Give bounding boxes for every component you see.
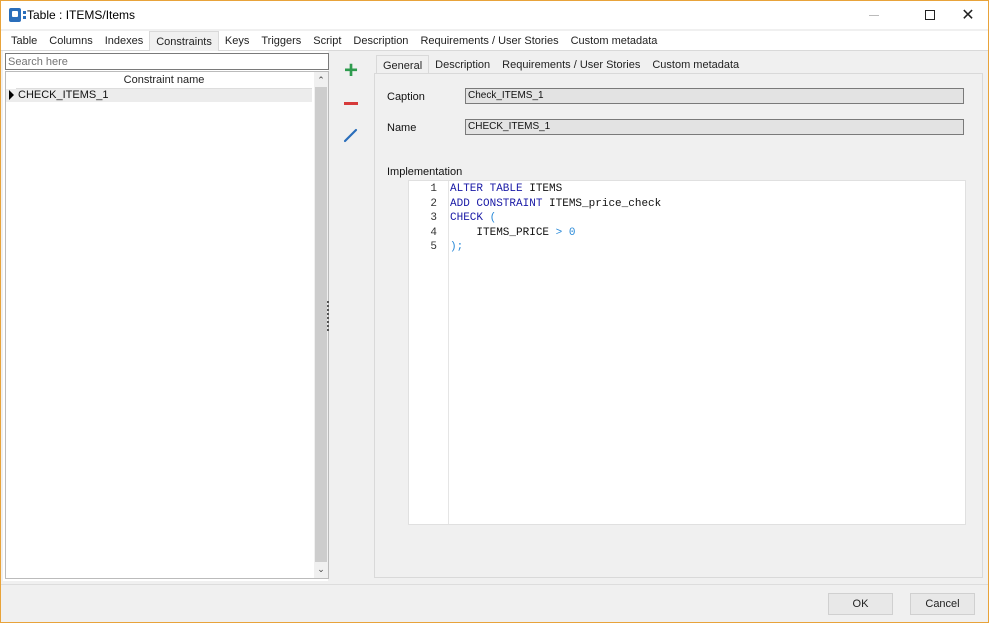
table-row[interactable]: CHECK_ITEMS_1 (6, 89, 312, 102)
minimize-button[interactable] (851, 1, 897, 29)
detail-tab-bar: General Description Requirements / User St… (376, 55, 745, 73)
implementation-label: Implementation (387, 166, 463, 178)
line-number: 1 (430, 183, 437, 195)
row-indicator-icon (9, 90, 14, 100)
close-button[interactable]: ✕ (945, 1, 989, 29)
tab-description[interactable]: Description (347, 31, 414, 51)
tab-indexes[interactable]: Indexes (99, 31, 150, 51)
vertical-scrollbar[interactable]: ⌃ ⌄ (314, 72, 328, 578)
code-token: ADD CONSTRAINT (450, 197, 550, 210)
tab-table[interactable]: Table (5, 31, 43, 51)
tab-keys[interactable]: Keys (219, 31, 255, 51)
subtab-description[interactable]: Description (429, 55, 496, 73)
subtab-custom-metadata[interactable]: Custom metadata (646, 55, 745, 73)
column-header-constraint-name[interactable]: Constraint name (16, 72, 312, 89)
caption-label: Caption (387, 91, 425, 103)
pencil-icon (343, 128, 358, 143)
code-token: ); (450, 241, 464, 253)
cancel-button[interactable]: Cancel (910, 593, 975, 615)
line-number: 2 (430, 197, 437, 210)
code-token: CHECK (450, 212, 490, 224)
line-number: 5 (430, 241, 437, 253)
maximize-icon (925, 10, 935, 20)
tab-requirements-user-stories[interactable]: Requirements / User Stories (414, 31, 564, 51)
plus-icon: + (343, 57, 358, 84)
general-panel: Caption Check_ITEMS_1 Name CHECK_ITEMS_1… (374, 73, 983, 578)
code-token: > 0 (555, 226, 576, 239)
code-token: ITEMS_price_check (549, 197, 662, 210)
tab-triggers[interactable]: Triggers (255, 31, 307, 51)
name-label: Name (387, 122, 417, 134)
line-number: 3 (430, 212, 437, 224)
code-line: ITEMS_PRICE > 0 (450, 227, 575, 241)
dialog-button-bar: OK Cancel (1, 584, 988, 622)
main-tab-bar: Table Columns Indexes Constraints Keys Trigge… (1, 31, 988, 51)
title-bar: Table : ITEMS/Items ✕ (1, 1, 988, 29)
constraints-list-pane: Constraint name CHECK_ITEMS_1 ⌃ ⌄ (3, 51, 329, 581)
code-token: ( (489, 212, 497, 224)
subtab-general[interactable]: General (376, 55, 430, 73)
code-line: ); (450, 241, 463, 255)
window-title: Table : ITEMS/Items (27, 8, 136, 22)
scroll-up-icon[interactable]: ⌃ (314, 73, 328, 87)
tab-custom-metadata[interactable]: Custom metadata (565, 31, 664, 51)
line-number: 4 (430, 226, 437, 239)
code-line: ADD CONSTRAINT ITEMS_price_check (450, 198, 661, 212)
subtab-requirements-user-stories[interactable]: Requirements / User Stories (496, 55, 646, 73)
app-icon (9, 8, 26, 22)
constraint-name-cell: CHECK_ITEMS_1 (18, 89, 109, 101)
code-token: ITEMS_PRICE (450, 226, 556, 239)
remove-constraint-button[interactable] (339, 91, 363, 115)
tab-constraints[interactable]: Constraints (149, 31, 219, 51)
implementation-code-editor[interactable]: 1 ALTER TABLE ITEMS 2 ADD CONSTRAINT ITEMS_… (408, 180, 966, 525)
close-icon: ✕ (961, 7, 975, 24)
constraint-details-pane: General Description Requirements / User St… (374, 55, 983, 578)
scroll-down-icon[interactable]: ⌄ (314, 562, 328, 576)
name-field[interactable]: CHECK_ITEMS_1 (465, 119, 964, 135)
constraints-grid: Constraint name CHECK_ITEMS_1 ⌃ ⌄ (5, 71, 329, 579)
minimize-icon (869, 14, 879, 16)
search-input[interactable] (5, 53, 329, 70)
tab-columns[interactable]: Columns (43, 31, 98, 51)
scrollbar-thumb[interactable] (315, 87, 327, 562)
minus-icon (344, 101, 358, 105)
pane-splitter[interactable] (327, 301, 329, 331)
caption-field[interactable]: Check_ITEMS_1 (465, 88, 964, 104)
edit-constraint-button[interactable] (339, 123, 363, 147)
code-token: ITEMS (529, 183, 563, 195)
tab-script[interactable]: Script (307, 31, 347, 51)
code-line: CHECK ( (450, 212, 496, 226)
dialog-window: Table : ITEMS/Items ✕ Table Columns Indexe… (0, 0, 989, 623)
code-line: ALTER TABLE ITEMS (450, 183, 562, 197)
ok-button[interactable]: OK (828, 593, 893, 615)
code-token: ALTER TABLE (450, 183, 530, 195)
add-constraint-button[interactable]: + (339, 59, 363, 83)
